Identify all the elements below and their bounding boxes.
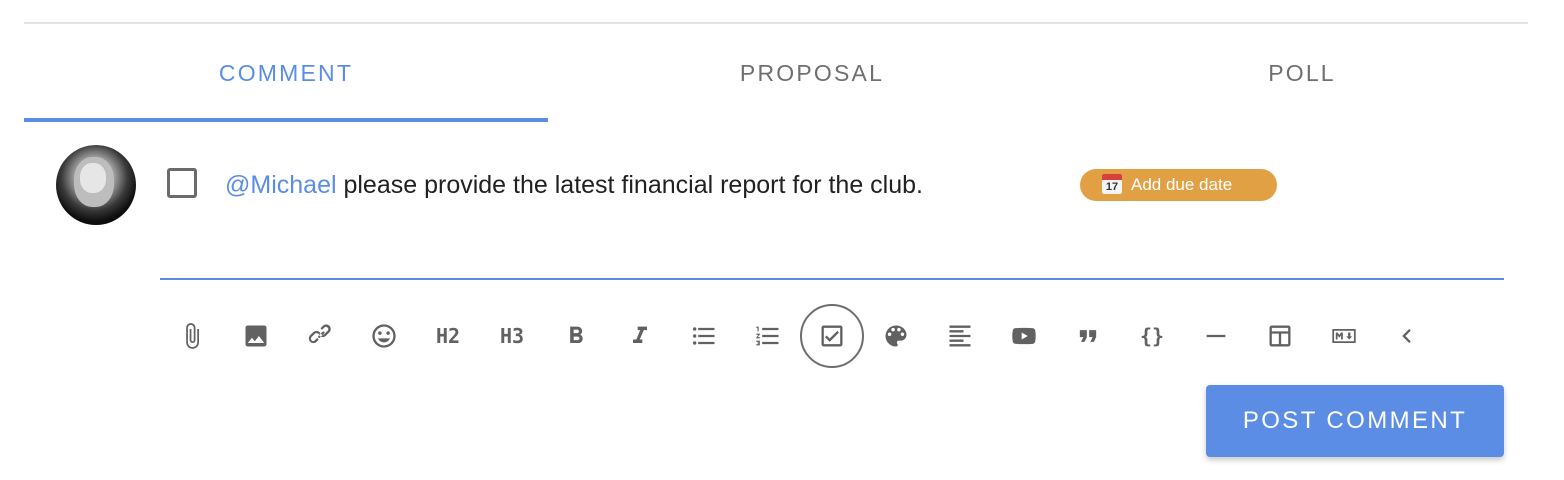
comment-editor[interactable]: @Michael please provide the latest finan…: [225, 168, 923, 202]
emoji-button[interactable]: [352, 304, 416, 368]
comment-text: please provide the latest financial repo…: [336, 171, 923, 199]
numbered-list-button[interactable]: [736, 304, 800, 368]
add-due-date-button[interactable]: 17 Add due date: [1080, 169, 1277, 201]
attach-icon: [186, 323, 199, 349]
tab-proposal[interactable]: PROPOSAL: [548, 24, 1076, 122]
heading-3-button[interactable]: H3: [480, 304, 544, 368]
bold-icon: [570, 326, 583, 343]
table-icon: [1269, 325, 1291, 347]
link-icon: [308, 324, 331, 344]
quote-button[interactable]: [1056, 304, 1120, 368]
quote-icon: [1079, 330, 1097, 342]
task-list-button[interactable]: [800, 304, 864, 368]
image-button[interactable]: [224, 304, 288, 368]
align-button[interactable]: [928, 304, 992, 368]
mention-link[interactable]: @Michael: [225, 171, 337, 199]
tab-poll[interactable]: POLL: [1076, 24, 1528, 122]
markdown-icon: [1332, 329, 1356, 343]
italic-icon: [633, 326, 647, 343]
bold-button[interactable]: [544, 304, 608, 368]
tab-comment[interactable]: COMMENT: [24, 24, 548, 122]
attach-button[interactable]: [160, 304, 224, 368]
due-date-label: Add due date: [1131, 175, 1233, 194]
markdown-button[interactable]: [1312, 304, 1376, 368]
heading-2-button[interactable]: H2: [416, 304, 480, 368]
horizontal-rule-icon: [1206, 334, 1226, 338]
horizontal-rule-button[interactable]: [1184, 304, 1248, 368]
task-checkbox[interactable]: [167, 168, 197, 198]
editor-underline: [160, 278, 1504, 280]
align-icon: [949, 325, 971, 347]
code-block-button[interactable]: {}: [1120, 304, 1184, 368]
collapse-toolbar-button[interactable]: [1376, 304, 1440, 368]
link-button[interactable]: [288, 304, 352, 368]
tab-bar: COMMENT PROPOSAL POLL: [24, 24, 1564, 122]
avatar-face-highlight: [80, 163, 106, 193]
video-button[interactable]: [992, 304, 1056, 368]
calendar-icon: 17: [1102, 174, 1122, 194]
numbered-list-icon: [756, 326, 779, 346]
palette-icon: [885, 325, 907, 347]
bullet-list-icon: [692, 327, 715, 345]
emoji-icon: [372, 324, 396, 348]
color-button[interactable]: [864, 304, 928, 368]
active-tab-indicator: [24, 118, 548, 122]
task-list-icon: [821, 325, 843, 347]
bullet-list-button[interactable]: [672, 304, 736, 368]
avatar[interactable]: [56, 145, 136, 225]
post-comment-button[interactable]: POST COMMENT: [1206, 385, 1504, 457]
chevron-left-icon: [1402, 329, 1411, 343]
italic-button[interactable]: [608, 304, 672, 368]
video-icon: [1012, 327, 1036, 345]
code-icon: {}: [1139, 324, 1165, 348]
table-button[interactable]: [1248, 304, 1312, 368]
image-icon: [245, 325, 267, 347]
